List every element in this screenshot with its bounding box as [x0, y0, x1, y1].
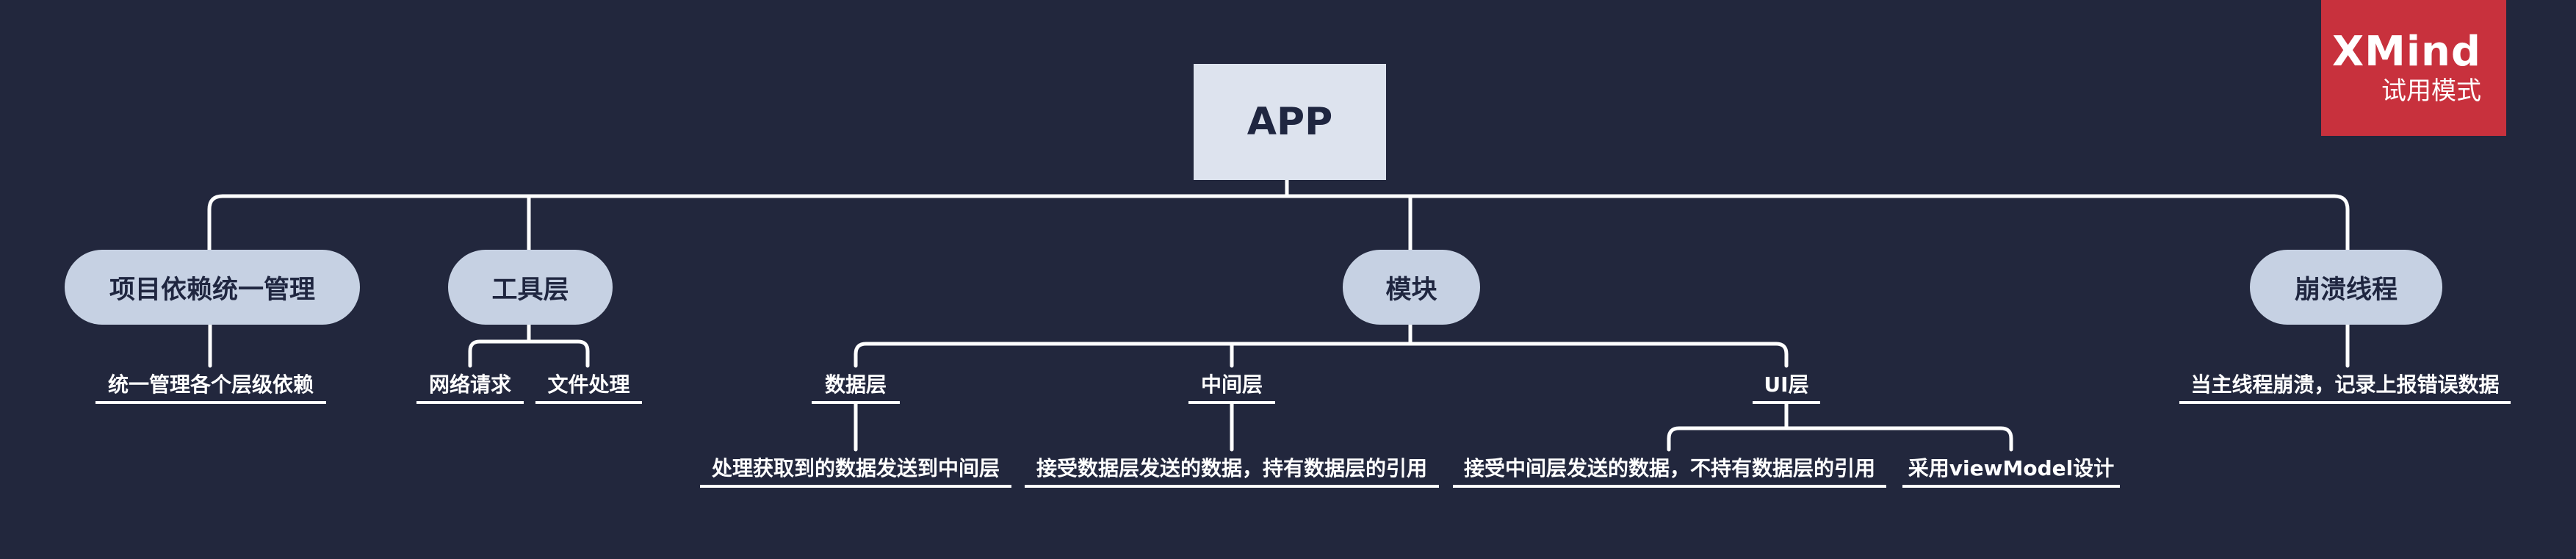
- subtopic-data-layer[interactable]: 数据层: [812, 366, 900, 404]
- subtopic-record-crash-data[interactable]: 当主线程崩溃，记录上报错误数据: [2179, 366, 2511, 404]
- subtopic-ui-layer[interactable]: UI层: [1753, 366, 1820, 404]
- xmind-trial-watermark: XMind 试用模式: [2321, 0, 2506, 136]
- branch-tool-layer[interactable]: 工具层: [448, 250, 613, 325]
- branch-dependency-management[interactable]: 项目依赖统一管理: [65, 250, 360, 325]
- subtopic-viewmodel-design[interactable]: 采用viewModel设计: [1902, 450, 2120, 488]
- branch-module[interactable]: 模块: [1343, 250, 1480, 325]
- trial-mode-label: 试用模式: [2381, 76, 2481, 106]
- subtopic-unified-dependencies[interactable]: 统一管理各个层级依赖: [95, 366, 326, 404]
- xmind-logo: XMind: [2331, 28, 2481, 76]
- subtopic-network-request[interactable]: 网络请求: [416, 366, 524, 404]
- root-topic[interactable]: APP: [1194, 64, 1386, 180]
- mind-map-canvas: APP 项目依赖统一管理 工具层 模块 崩溃线程 统一管理各个层级依赖 网络请求…: [0, 0, 2576, 559]
- branch-crash-thread[interactable]: 崩溃线程: [2250, 250, 2442, 325]
- subtopic-hold-data-layer-ref[interactable]: 接受数据层发送的数据，持有数据层的引用: [1025, 450, 1439, 488]
- subtopic-no-data-layer-ref[interactable]: 接受中间层发送的数据，不持有数据层的引用: [1453, 450, 1886, 488]
- subtopic-send-to-middle-layer[interactable]: 处理获取到的数据发送到中间层: [700, 450, 1011, 488]
- connector-tools-bar: [468, 339, 590, 368]
- connector-uilayer-bar: [1667, 426, 2013, 452]
- subtopic-file-processing[interactable]: 文件处理: [535, 366, 642, 404]
- subtopic-middle-layer[interactable]: 中间层: [1188, 366, 1275, 404]
- connector-module-bar: [854, 342, 1789, 368]
